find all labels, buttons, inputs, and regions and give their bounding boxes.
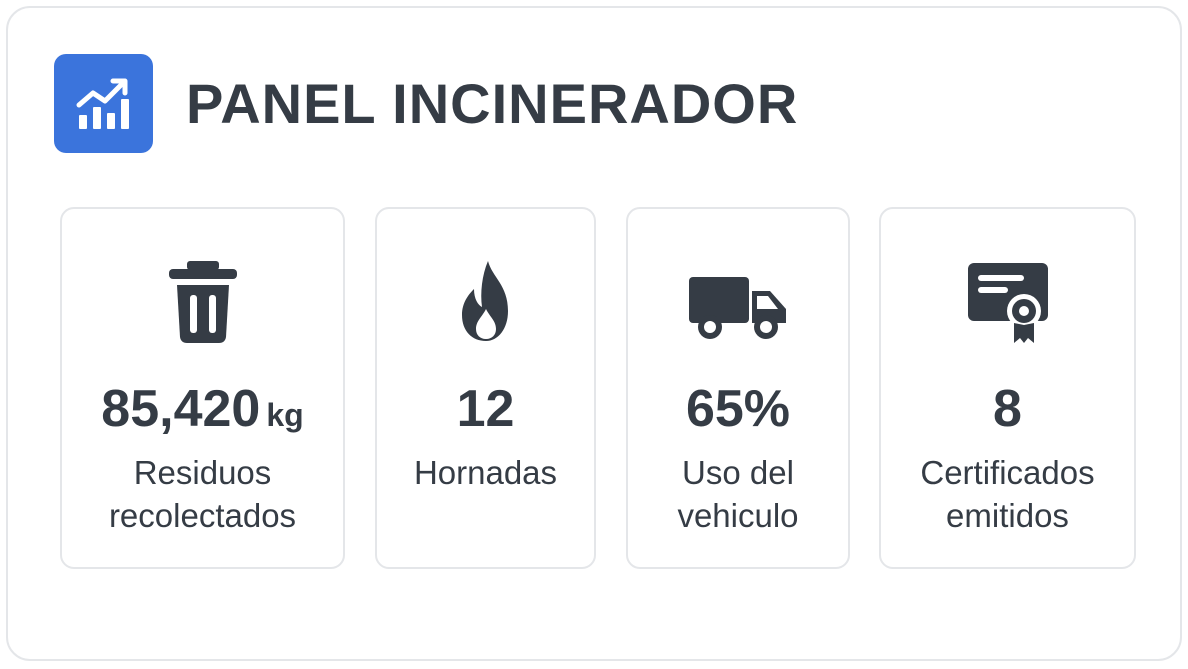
- trash-icon: [62, 259, 343, 345]
- stat-value: 85,420 kg: [101, 380, 304, 438]
- stat-value: 12: [456, 380, 515, 438]
- fire-icon: [377, 259, 594, 345]
- stat-label: Uso del vehiculo: [677, 454, 799, 534]
- stat-card-batches: 12 Hornadas: [375, 207, 596, 569]
- page-title: PANEL INCINERADOR: [186, 72, 799, 135]
- certificate-icon: [881, 259, 1134, 345]
- stat-label: Residuos recolectados: [108, 454, 297, 534]
- stat-label: Hornadas: [413, 454, 558, 491]
- stat-card-vehicle: 65% Uso del vehiculo: [626, 207, 850, 569]
- truck-icon: [628, 259, 848, 345]
- chart-growth-icon: [54, 54, 153, 153]
- stat-unit: kg: [266, 397, 304, 433]
- stat-card-certificates: 8 Certificados emitidos: [879, 207, 1136, 569]
- stat-card-waste: 85,420 kg Residuos recolectados: [60, 207, 345, 569]
- stat-value: 65%: [685, 380, 791, 438]
- stat-value: 8: [993, 380, 1022, 438]
- stat-label: Certificados emitidos: [920, 454, 1095, 534]
